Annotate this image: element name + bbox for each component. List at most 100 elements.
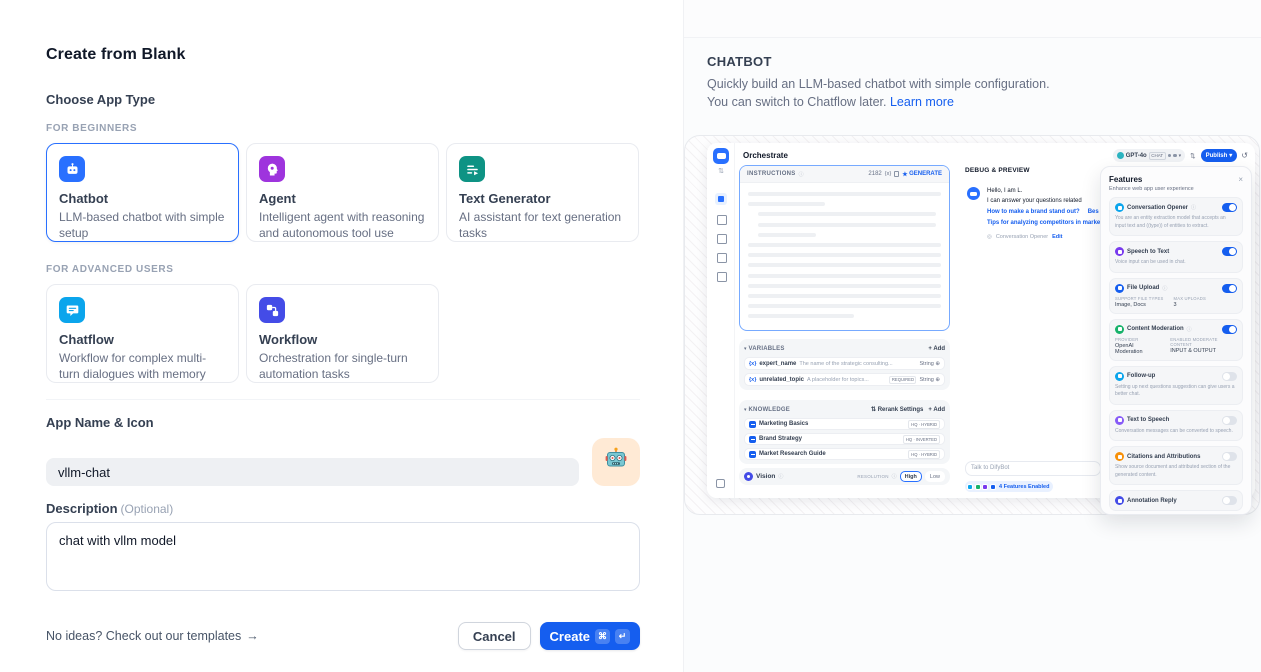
feature-sub-value: 3 (1174, 302, 1206, 308)
features-enabled-badge: 4 Features Enabled (965, 481, 1053, 492)
app-name-row (46, 438, 640, 486)
chatflow-icon (59, 297, 85, 323)
switch-icon: ⇅ (707, 167, 735, 175)
chevron-down-icon: ▾ (1179, 153, 1182, 159)
feature-sub-value: Image, Docs (1115, 302, 1164, 308)
app-name-input[interactable] (46, 458, 579, 486)
feature-item-citations: Citations and Attributions Show source d… (1109, 446, 1243, 485)
feature-name: File Upload (1127, 285, 1159, 291)
dataset-icon (749, 421, 756, 428)
speech-to-text-icon (1115, 247, 1124, 256)
chevron-down-icon: ▾ (744, 407, 747, 413)
card-description: AI assistant for text generation tasks (459, 209, 626, 241)
feature-item-content-moderation: Content Moderation ⓘ PROVIDER OpenAI Mod… (1109, 319, 1243, 361)
dataset-icon (749, 451, 756, 458)
knowledge-label: KNOWLEDGE (749, 407, 790, 413)
resolution-label: RESOLUTION (857, 474, 888, 479)
feature-item-conversation-opener: Conversation Opener ⓘ You are an entity … (1109, 197, 1243, 236)
features-enabled-label: 4 Features Enabled (999, 484, 1049, 490)
learn-more-link[interactable]: Learn more (890, 95, 954, 109)
placeholder-line (748, 202, 825, 206)
publish-label: Publish (1206, 153, 1228, 159)
feature-description: Voice input can be used in chat. (1115, 259, 1237, 267)
feature-sub-value: INPUT & OUTPUT (1170, 348, 1237, 354)
debug-preview-label: DEBUG & PREVIEW (965, 167, 1030, 174)
features-title: Features (1109, 175, 1142, 184)
placeholder-line (758, 233, 816, 237)
vision-section: Vision ⓘ RESOLUTION ⓘ High Low (739, 468, 950, 485)
screenshot-app-title: Orchestrate (743, 151, 788, 160)
create-button[interactable]: Create ⌘ ↵ (540, 622, 640, 650)
preview-illustration: ⇅ Orchestrate GPT-4o CHAT (684, 135, 1260, 515)
templates-link-text: No ideas? Check out our templates (46, 629, 241, 643)
features-panel: Features × Enhance web app user experien… (1100, 166, 1252, 515)
app-type-card-agent[interactable]: Agent Intelligent agent with reasoning a… (246, 143, 439, 242)
variable-row: {x} expert_name The name of the strategi… (744, 357, 945, 370)
app-icon-picker[interactable] (592, 438, 640, 486)
feature-item-file-upload: File Upload ⓘ SUPPORT FILE TYPES Image, … (1109, 278, 1243, 314)
description-label-row: Description(Optional) (46, 501, 640, 516)
placeholder-line (748, 274, 941, 278)
footer-buttons: Cancel Create ⌘ ↵ (458, 622, 640, 650)
feature-name: Speech to Text (1127, 249, 1169, 255)
app-type-card-chatbot[interactable]: Chatbot LLM-based chatbot with simple se… (46, 143, 239, 242)
annotation-reply-icon (1115, 496, 1124, 505)
feature-description: Conversation messages can be converted t… (1115, 428, 1237, 436)
citations-icon (1115, 452, 1124, 461)
feature-name: Follow-up (1127, 373, 1155, 379)
section-divider (46, 399, 640, 400)
description-textarea[interactable]: chat with vllm model (46, 522, 640, 591)
placeholder-line (748, 294, 941, 298)
create-button-label: Create (550, 629, 590, 644)
card-description: LLM-based chatbot with simple setup (59, 209, 226, 241)
vision-label: Vision (756, 473, 775, 480)
templates-link[interactable]: No ideas? Check out our templates → (46, 629, 259, 643)
chevron-down-icon: ▾ (744, 346, 747, 352)
modal-footer: No ideas? Check out our templates → Canc… (46, 622, 640, 650)
card-title: Chatbot (59, 191, 226, 206)
text-to-speech-icon (1115, 416, 1124, 425)
app-type-card-text-generator[interactable]: Text Generator AI assistant for text gen… (446, 143, 639, 242)
feature-name: Content Moderation (1127, 326, 1184, 332)
card-title: Chatflow (59, 332, 226, 347)
app-type-card-chatflow[interactable]: Chatflow Workflow for complex multi-turn… (46, 284, 239, 383)
knowledge-section: ▾ KNOWLEDGE ⇅ Rerank Settings + Add Mark… (739, 400, 950, 464)
instructions-header: INSTRUCTIONS ⓘ 2182 {x} ★ GENERATE (740, 166, 949, 183)
dataset-icon (749, 436, 756, 443)
variables-token-icon: {x} (885, 171, 891, 177)
arrow-right-icon: → (246, 629, 259, 643)
feature-toggle (1222, 247, 1237, 256)
variable-type: String ⊕ (919, 377, 940, 383)
text-generator-icon (459, 156, 485, 182)
app-type-card-workflow[interactable]: Workflow Orchestration for single-turn a… (246, 284, 439, 383)
chevron-down-icon: ▾ (1229, 152, 1232, 159)
gear-icon (1173, 154, 1177, 158)
dataset-index-badge: HQ · INVERTED (903, 435, 940, 444)
file-upload-icon (1115, 284, 1124, 293)
copy-icon (894, 171, 899, 177)
required-badge: REQUIRED (889, 376, 916, 384)
placeholder-line (748, 284, 941, 288)
description-label: Description (46, 501, 118, 516)
bot-message: Hello, I am L. I can answer your questio… (987, 187, 1101, 240)
feature-description: Show source document and attributed sect… (1115, 464, 1237, 479)
card-description: Intelligent agent with reasoning and aut… (259, 209, 426, 241)
variable-token-icon: {x} (749, 361, 756, 367)
upload-feature-icon (990, 484, 996, 490)
tune-icon: ⇅ (1190, 152, 1195, 160)
feature-sub-label: MAX UPLOADS (1174, 296, 1206, 301)
generate-label: GENERATE (909, 171, 942, 177)
history-icon: ↺ (1241, 151, 1248, 160)
card-description: Orchestration for single-turn automation… (259, 350, 426, 382)
screenshot-topbar-controls: GPT-4o CHAT ▾ ⇅ Publish ▾ ↺ (1113, 149, 1248, 162)
features-subtitle: Enhance web app user experience (1109, 186, 1243, 192)
feature-toggle (1222, 325, 1237, 334)
placeholder-line (748, 192, 941, 196)
variables-header: ▾ VARIABLES + Add (744, 343, 945, 354)
conversation-opener-icon (1115, 203, 1124, 212)
suggestion-link: Bes (1088, 207, 1099, 218)
info-icon: ⓘ (799, 171, 804, 178)
follow-up-icon (1115, 372, 1124, 381)
advanced-cards-row: Chatflow Workflow for complex multi-turn… (46, 284, 640, 383)
cancel-button[interactable]: Cancel (458, 622, 531, 650)
